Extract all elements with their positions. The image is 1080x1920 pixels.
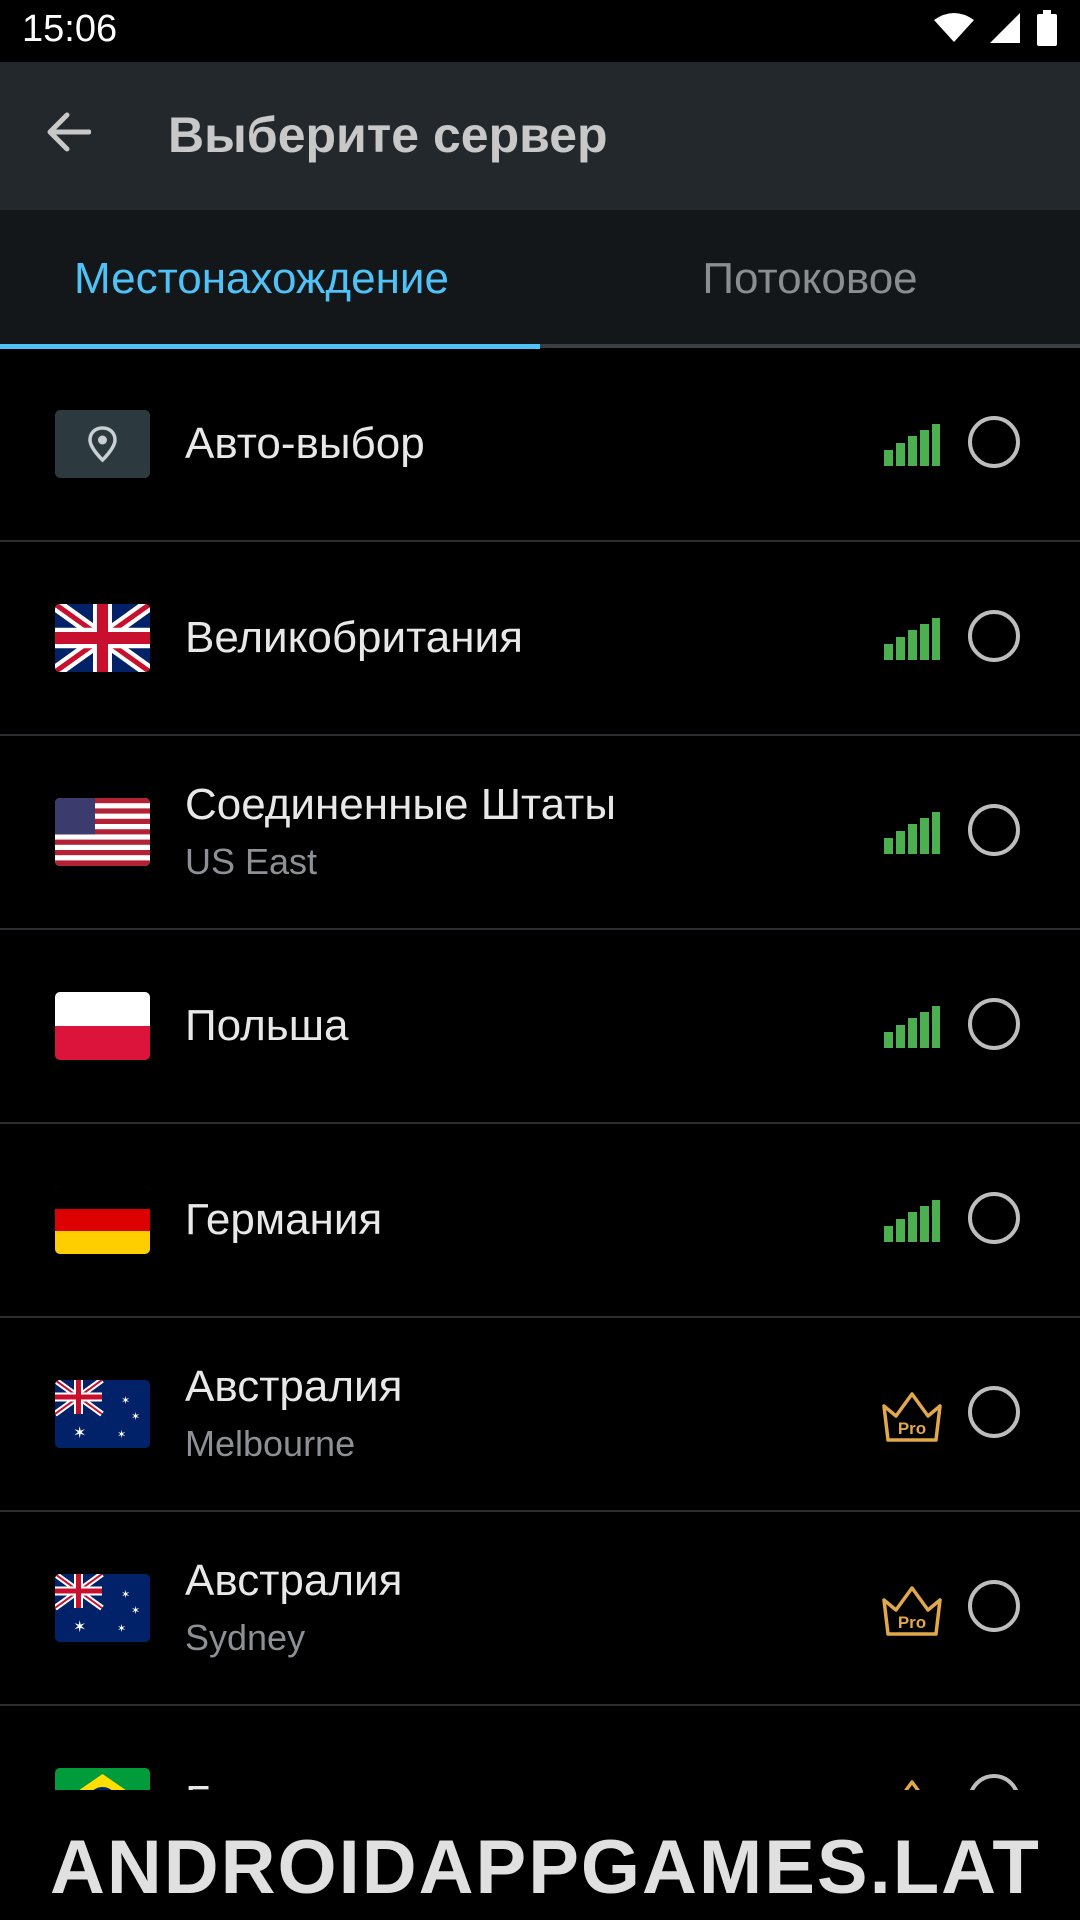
server-row-brazil[interactable]: Бразилия Pro [0, 1706, 1080, 1793]
server-title: Польша [185, 1001, 349, 1050]
server-row-uk[interactable]: Великобритания [0, 542, 1080, 736]
arrow-back-icon [47, 112, 91, 152]
signal-strength-icon [884, 618, 940, 660]
server-text: Австралия Sydney [185, 1512, 402, 1704]
radio-button[interactable] [968, 1580, 1020, 1632]
pro-badge-text: Pro [898, 1419, 926, 1438]
server-title: Австралия [185, 1362, 403, 1411]
radio-button[interactable] [968, 610, 1020, 662]
svg-text:✶: ✶ [117, 1622, 126, 1635]
tab-location[interactable]: Местонахождение [0, 210, 540, 348]
svg-text:✶: ✶ [73, 1423, 86, 1442]
tab-bar: Местонахождение Потоковое [0, 210, 1080, 349]
cell-signal-icon [990, 13, 1020, 43]
wifi-icon [934, 13, 974, 42]
battery-icon [1037, 10, 1057, 46]
signal-strength-icon [884, 1006, 940, 1048]
server-list: Авто-выбор Великобритания Соединенные Шт… [0, 348, 1080, 1793]
server-title: Соединенные Штаты [185, 780, 616, 829]
server-text: Авто-выбор [185, 348, 425, 540]
watermark-text: ANDROIDAPPGAMES.LAT [50, 1825, 1041, 1910]
radio-button[interactable] [968, 998, 1020, 1050]
svg-text:✶: ✶ [131, 1604, 140, 1617]
server-row-poland[interactable]: Польша [0, 930, 1080, 1124]
svg-text:✶: ✶ [117, 1428, 126, 1441]
signal-strength-icon [884, 812, 940, 854]
back-button[interactable] [38, 102, 98, 162]
radio-button[interactable] [968, 416, 1020, 468]
radio-button[interactable] [968, 804, 1020, 856]
server-title: Австралия [185, 1556, 403, 1605]
australia-flag-icon: ✶ ✶ ✶ ✶ [55, 1574, 150, 1642]
server-text: Австралия Melbourne [185, 1318, 402, 1510]
server-subtitle: Melbourne [185, 1423, 356, 1464]
pro-crown-icon: Pro [882, 1586, 942, 1636]
server-row-australia-melbourne[interactable]: ✶ ✶ ✶ ✶ Австралия Melbourne Pro [0, 1318, 1080, 1512]
page-title: Выберите сервер [168, 107, 608, 163]
server-text: Соединенные Штаты US East [185, 736, 616, 928]
server-row-us[interactable]: Соединенные Штаты US East [0, 736, 1080, 930]
location-pin-icon [55, 410, 150, 478]
app-bar: Выберите сервер [0, 62, 1080, 210]
server-title: Авто-выбор [185, 419, 425, 468]
server-row-auto[interactable]: Авто-выбор [0, 348, 1080, 542]
server-title: Германия [185, 1195, 383, 1244]
signal-strength-icon [884, 1200, 940, 1242]
us-flag-icon [55, 798, 150, 866]
signal-strength-icon [884, 424, 940, 466]
server-text: Великобритания [185, 542, 523, 734]
status-bar: 15:06 [0, 0, 1080, 62]
server-row-australia-sydney[interactable]: ✶ ✶ ✶ ✶ Австралия Sydney Pro [0, 1512, 1080, 1706]
server-subtitle: US East [185, 841, 318, 882]
status-icons [934, 10, 1058, 46]
poland-flag-icon [55, 992, 150, 1060]
server-text: Германия [185, 1124, 382, 1316]
pro-badge-text: Pro [898, 1613, 926, 1632]
watermark-banner: ANDROIDAPPGAMES.LAT [0, 1790, 1080, 1920]
pro-crown-icon: Pro [882, 1392, 942, 1442]
svg-text:✶: ✶ [121, 1588, 130, 1601]
server-text: Польша [185, 930, 349, 1122]
australia-flag-icon: ✶ ✶ ✶ ✶ [55, 1380, 150, 1448]
server-title: Великобритания [185, 613, 523, 662]
server-row-germany[interactable]: Германия [0, 1124, 1080, 1318]
server-subtitle: Sydney [185, 1617, 306, 1658]
server-text: Бразилия [185, 1706, 381, 1793]
status-time: 15:06 [22, 8, 118, 50]
radio-button[interactable] [968, 1386, 1020, 1438]
tab-streaming[interactable]: Потоковое [540, 210, 1080, 348]
germany-flag-icon [55, 1186, 150, 1254]
svg-text:✶: ✶ [121, 1394, 130, 1407]
svg-text:✶: ✶ [131, 1410, 140, 1423]
uk-flag-icon [55, 604, 150, 672]
svg-text:✶: ✶ [73, 1617, 86, 1636]
radio-button[interactable] [968, 1192, 1020, 1244]
